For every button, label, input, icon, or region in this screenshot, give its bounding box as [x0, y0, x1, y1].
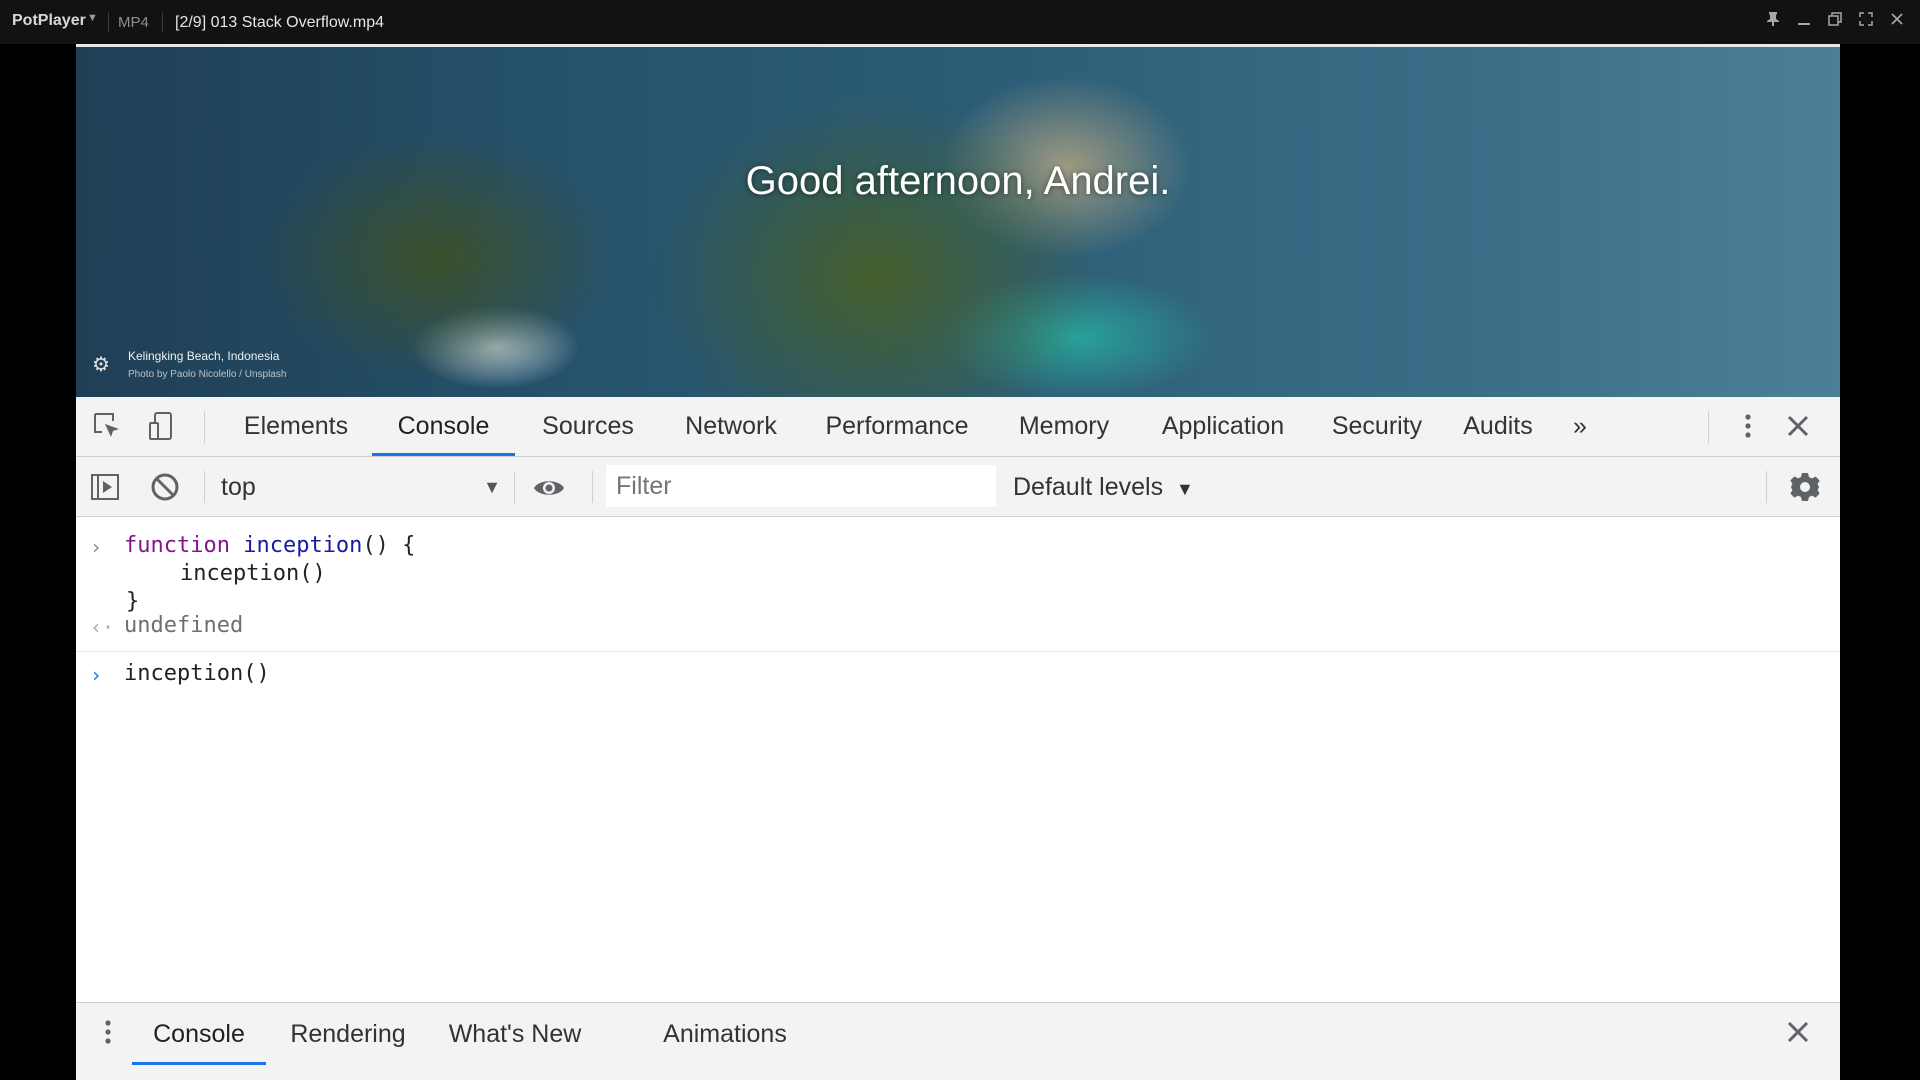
video-frame[interactable]: Good afternoon, Andrei. ⚙ Kelingking Bea… [76, 44, 1840, 1080]
chevron-down-icon: ▼ [1176, 479, 1194, 499]
clear-console-icon[interactable] [148, 471, 182, 505]
devtools-drawer: Console Rendering What's New Animations [76, 1002, 1840, 1080]
tab-console[interactable]: Console [372, 397, 515, 456]
photo-location[interactable]: Kelingking Beach, Indonesia [128, 349, 279, 363]
tab-security[interactable]: Security [1318, 397, 1436, 455]
filter-input[interactable] [606, 465, 996, 507]
show-sidebar-icon[interactable] [88, 471, 122, 505]
close-icon[interactable] [1886, 11, 1908, 33]
drawer-tab-rendering[interactable]: Rendering [278, 1003, 418, 1065]
code-line: function inception() { [124, 533, 415, 558]
tab-network[interactable]: Network [666, 397, 796, 455]
toolbar-divider [204, 411, 205, 443]
log-levels-label: Default levels [1013, 473, 1164, 501]
fullscreen-icon[interactable] [1855, 11, 1877, 33]
keyword: function [124, 533, 230, 558]
title-divider [108, 12, 109, 32]
tab-application[interactable]: Application [1140, 397, 1306, 455]
tab-audits[interactable]: Audits [1450, 397, 1546, 455]
code-line: } [126, 589, 140, 614]
tab-sources[interactable]: Sources [520, 397, 656, 455]
console-toolbar: top ▼ Default levels ▼ [76, 457, 1840, 517]
prompt-chevron-icon: › [90, 663, 103, 687]
console-settings-gear-icon[interactable] [1788, 471, 1822, 505]
close-devtools-icon[interactable] [1782, 411, 1814, 443]
context-selector[interactable]: top ▼ [221, 469, 501, 505]
restore-icon[interactable] [1824, 11, 1846, 33]
minimize-icon[interactable] [1793, 11, 1815, 33]
code-line: inception() [180, 561, 326, 586]
toolbar-divider [592, 471, 593, 503]
result-value: undefined [124, 613, 244, 638]
console-output[interactable]: › function inception() { inception() } ‹… [76, 517, 1840, 1002]
toolbar-divider [1766, 471, 1767, 503]
greeting-text: Good afternoon, Andrei. [745, 159, 1171, 203]
pin-icon[interactable] [1762, 11, 1784, 33]
more-tabs-icon[interactable]: » [1560, 397, 1600, 455]
device-toolbar-icon[interactable] [146, 411, 178, 443]
devtools-tab-bar: Elements Console Sources Network Perform… [76, 397, 1840, 457]
title-divider [162, 12, 163, 32]
settings-gear-icon[interactable]: ⚙ [92, 352, 110, 377]
live-expression-eye-icon[interactable] [532, 471, 566, 505]
console-input-text[interactable]: inception() [124, 661, 270, 686]
entry-divider [76, 651, 1840, 652]
tab-performance[interactable]: Performance [804, 397, 990, 455]
drawer-menu-icon[interactable] [92, 1017, 124, 1049]
drawer-tab-whats-new[interactable]: What's New [440, 1003, 590, 1065]
player-title-bar: PotPlayer ▼ MP4 [2/9] 013 Stack Overflow… [0, 0, 1920, 44]
tab-memory[interactable]: Memory [1002, 397, 1126, 455]
log-levels-dropdown[interactable]: Default levels ▼ [1013, 469, 1194, 505]
drawer-tab-console[interactable]: Console [132, 1003, 266, 1065]
function-name: inception [243, 533, 363, 558]
output-arrow-icon: ‹· [90, 615, 115, 639]
dropdown-arrow-icon: ▼ [483, 477, 501, 497]
tab-elements[interactable]: Elements [226, 397, 366, 455]
close-drawer-icon[interactable] [1782, 1017, 1814, 1049]
toolbar-divider [204, 471, 205, 503]
file-title: [2/9] 013 Stack Overflow.mp4 [175, 14, 384, 31]
photo-credit[interactable]: Photo by Paolo Nicolello / Unsplash [128, 369, 286, 380]
context-value: top [221, 473, 256, 501]
input-prompt-icon: › [90, 535, 103, 559]
inspect-element-icon[interactable] [91, 411, 123, 443]
momentum-hero-background: Good afternoon, Andrei. ⚙ Kelingking Bea… [76, 44, 1840, 397]
format-label: MP4 [118, 14, 149, 31]
more-options-icon[interactable] [1732, 411, 1764, 443]
app-name[interactable]: PotPlayer [12, 12, 86, 30]
toolbar-divider [514, 471, 515, 503]
chevron-down-icon[interactable]: ▼ [87, 12, 98, 24]
toolbar-divider [1708, 411, 1709, 443]
code-fragment: () { [362, 533, 416, 558]
drawer-tab-animations[interactable]: Animations [652, 1003, 798, 1065]
